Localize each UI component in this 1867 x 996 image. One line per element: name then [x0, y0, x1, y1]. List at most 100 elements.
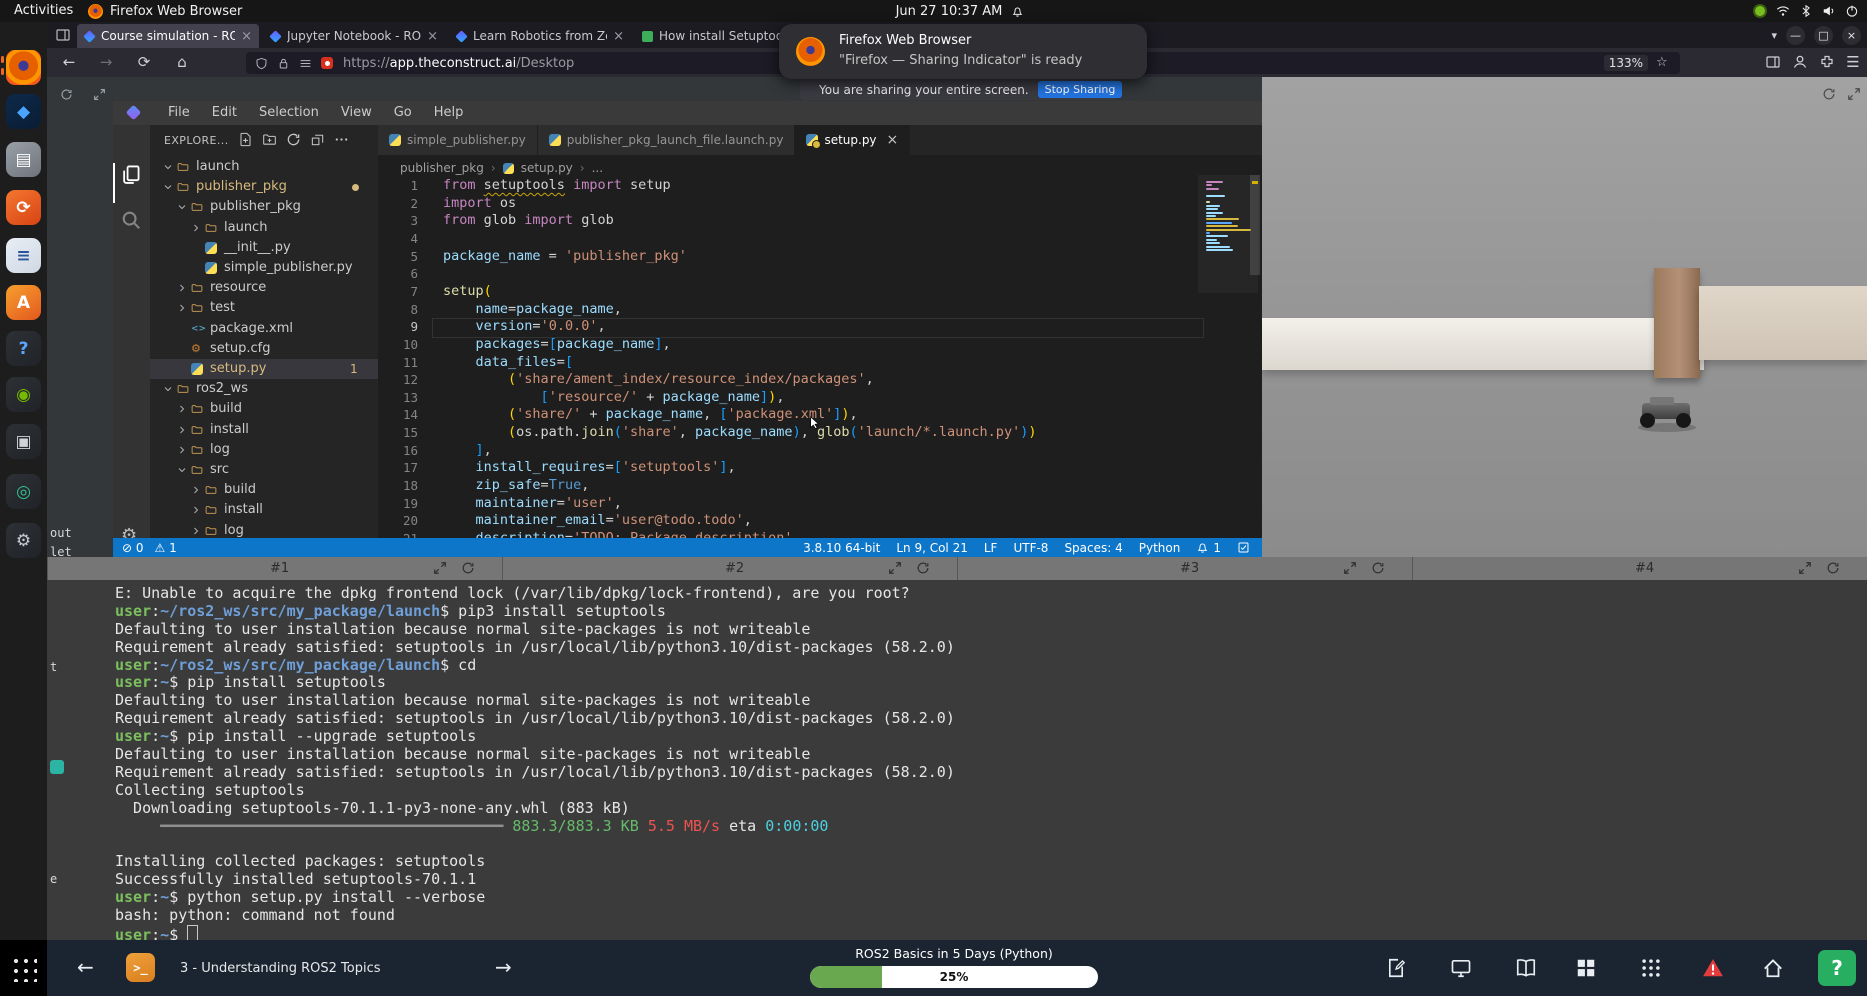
tree-item-install[interactable]: install: [150, 420, 378, 440]
activities-button[interactable]: Activities: [14, 0, 73, 22]
tree-item-publisher_pkg[interactable]: publisher_pkg: [150, 197, 378, 217]
search-icon[interactable]: [120, 209, 142, 231]
dock-item-nvidia-settings[interactable]: ◉: [6, 377, 41, 412]
dock-item-tweaks[interactable]: ⚙: [6, 523, 41, 558]
explorer-icon[interactable]: [120, 163, 142, 185]
new-folder-icon[interactable]: [262, 132, 277, 147]
tasks-indicator[interactable]: [1237, 541, 1250, 554]
tree-item-launch[interactable]: launch: [150, 218, 378, 238]
browser-tab[interactable]: Jupyter Notebook - ROS2×: [263, 24, 445, 48]
sharing-permission-icon[interactable]: [321, 57, 333, 69]
terminal[interactable]: E: Unable to acquire the dpkg frontend l…: [47, 580, 1867, 940]
indentation-indicator[interactable]: Spaces: 4: [1064, 541, 1122, 555]
dock-item-help[interactable]: ?: [6, 331, 41, 366]
sidebar-toggle-icon[interactable]: [1765, 54, 1781, 70]
stop-sharing-button[interactable]: Stop Sharing: [1038, 81, 1123, 98]
menu-icon[interactable]: ☰: [1843, 52, 1863, 72]
tree-item-test[interactable]: test: [150, 298, 378, 318]
tree-item-launch[interactable]: launch: [150, 157, 378, 177]
collapse-folders-icon[interactable]: [310, 132, 325, 147]
next-lesson-button[interactable]: →: [495, 955, 512, 979]
apps-icon[interactable]: [1575, 957, 1597, 979]
eol-indicator[interactable]: LF: [984, 541, 998, 555]
refresh-icon[interactable]: [1371, 561, 1385, 575]
editor-scrollbar[interactable]: [1250, 175, 1260, 275]
sim-refresh-icon[interactable]: [1822, 87, 1836, 101]
dock-item-update-manager[interactable]: ⟳: [6, 190, 41, 225]
language-mode[interactable]: Python: [1139, 541, 1181, 555]
zoom-level-badge[interactable]: 133%: [1604, 55, 1648, 71]
browser-tab[interactable]: Learn Robotics from Zero×: [449, 24, 631, 48]
book-icon[interactable]: [1515, 957, 1537, 979]
dock-item-construct-app[interactable]: ◆: [6, 94, 41, 129]
apps-grid-button[interactable]: [0, 940, 47, 996]
menu-selection[interactable]: Selection: [248, 101, 330, 125]
ros-icon[interactable]: [1640, 957, 1662, 979]
desktop-icon[interactable]: [1450, 957, 1472, 979]
code-content[interactable]: from setuptools import setupimport osfro…: [443, 177, 1203, 538]
notes-icon[interactable]: [1385, 957, 1407, 979]
tree-item-simple_publisher.py[interactable]: simple_publisher.py: [150, 258, 378, 278]
account-icon[interactable]: [1792, 54, 1808, 70]
new-file-icon[interactable]: [238, 132, 253, 147]
breadcrumb-item[interactable]: ...: [592, 161, 603, 175]
menu-go[interactable]: Go: [383, 101, 423, 125]
editor-tab[interactable]: publisher_pkg_launch_file.launch.py: [538, 125, 796, 155]
expand-icon[interactable]: [1343, 561, 1357, 575]
ports-indicator[interactable]: 1: [1196, 541, 1221, 555]
warnings-count[interactable]: ⚠ 1: [155, 541, 177, 555]
terminal-tab-1[interactable]: #1: [47, 557, 503, 580]
menu-file[interactable]: File: [157, 101, 201, 125]
home-button[interactable]: ⌂: [172, 52, 192, 72]
tracking-shield-icon[interactable]: [255, 57, 268, 70]
minimap[interactable]: [1204, 177, 1252, 307]
back-button[interactable]: ←: [59, 52, 79, 72]
refresh-icon[interactable]: [461, 561, 475, 575]
cursor-position[interactable]: Ln 9, Col 21: [896, 541, 968, 555]
tree-item-src[interactable]: src: [150, 460, 378, 480]
system-status-area[interactable]: [1753, 0, 1859, 22]
tree-item-setup.cfg[interactable]: ⚙setup.cfg: [150, 339, 378, 359]
problems-summary[interactable]: ⊘ 0⚠ 1: [122, 541, 177, 555]
tree-item-publisher_pkg[interactable]: publisher_pkg: [150, 177, 378, 197]
tree-item-build[interactable]: build: [150, 399, 378, 419]
expand-icon[interactable]: [1798, 561, 1812, 575]
menu-edit[interactable]: Edit: [201, 101, 248, 125]
dock-item-firefox[interactable]: [6, 50, 41, 85]
gazebo-sim-viewport[interactable]: [1262, 77, 1867, 557]
minimize-button[interactable]: —: [1786, 26, 1805, 45]
more-actions-icon[interactable]: [334, 132, 349, 147]
tree-item-build[interactable]: build: [150, 480, 378, 500]
reload-button[interactable]: ⟳: [134, 52, 154, 72]
tree-item-log[interactable]: log: [150, 440, 378, 460]
bookmark-star-icon[interactable]: ☆: [1656, 52, 1670, 74]
dock-item-files[interactable]: ▤: [6, 142, 41, 177]
python-version[interactable]: 3.8.10 64-bit: [803, 541, 880, 555]
breadcrumb-item[interactable]: publisher_pkg: [400, 161, 484, 175]
editor-tab[interactable]: setup.py×: [795, 125, 910, 155]
alert-icon[interactable]: [1702, 957, 1724, 979]
expand-icon[interactable]: [433, 561, 447, 575]
maximize-button[interactable]: □: [1814, 26, 1833, 45]
tab-close-icon[interactable]: ×: [241, 29, 252, 44]
browser-tab[interactable]: Course simulation - ROS2×: [77, 24, 259, 48]
close-button[interactable]: ×: [1842, 26, 1861, 45]
menu-help[interactable]: Help: [423, 101, 475, 125]
editor-tab[interactable]: simple_publisher.py: [378, 125, 538, 155]
clock-menu[interactable]: Jun 27 10:37 AM: [830, 0, 1090, 22]
help-button[interactable]: ?: [1818, 950, 1856, 986]
tab-list-chevron-icon[interactable]: ▾: [1771, 29, 1777, 42]
refresh-icon[interactable]: [916, 561, 930, 575]
refresh-explorer-icon[interactable]: [286, 132, 301, 147]
terminal-tab-2[interactable]: #2: [502, 557, 958, 580]
breadcrumb[interactable]: publisher_pkg›setup.py›...: [400, 158, 603, 178]
notification-toast[interactable]: Firefox Web Browser "Firefox — Sharing I…: [779, 24, 1147, 79]
dock-item-settings[interactable]: ◎: [6, 474, 41, 509]
editor-area[interactable]: simple_publisher.pypublisher_pkg_launch_…: [378, 125, 1262, 538]
sim-expand-icon[interactable]: [1847, 87, 1861, 101]
forward-button[interactable]: →: [96, 52, 116, 72]
tree-item-__init__.py[interactable]: __init__.py: [150, 238, 378, 258]
dock-item-screenshot-tool[interactable]: ▣: [6, 424, 41, 459]
home-icon[interactable]: [1762, 957, 1784, 979]
tree-item-install[interactable]: install: [150, 500, 378, 520]
